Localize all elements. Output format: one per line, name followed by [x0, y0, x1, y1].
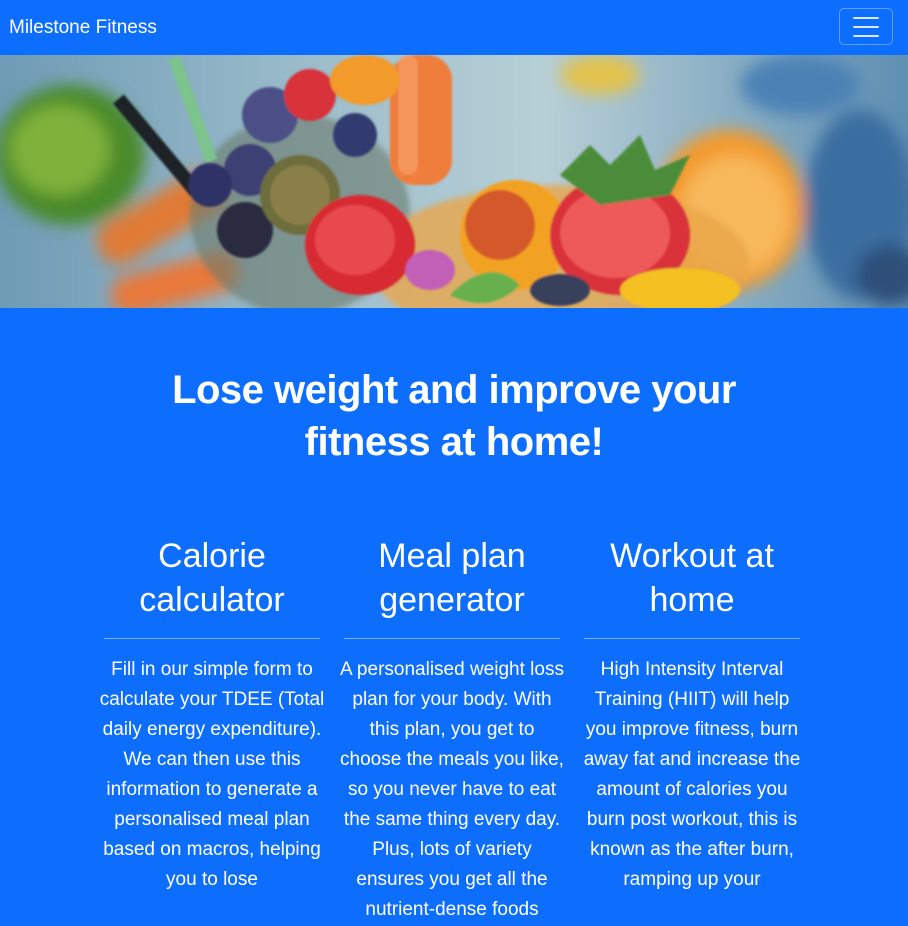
feature-calorie-calculator: Calorie calculator Fill in our simple fo…	[100, 534, 325, 895]
hamburger-menu-icon	[853, 16, 879, 37]
navbar-toggler-button[interactable]	[839, 8, 893, 45]
hero-image	[0, 55, 908, 308]
navbar-brand[interactable]: Milestone Fitness	[9, 15, 157, 41]
feature-description: Fill in our simple form to calculate you…	[99, 659, 325, 890]
feature-title: Workout at home	[584, 534, 800, 622]
feature-divider	[584, 638, 800, 639]
feature-description: High Intensity Interval Training (HIIT) …	[583, 659, 801, 890]
headline-line-2: fitness at home!	[304, 420, 604, 464]
hero-food-photo	[0, 55, 908, 308]
feature-title-line-2: home	[649, 581, 735, 619]
navbar: Milestone Fitness	[0, 0, 908, 55]
feature-meal-plan-generator: Meal plan generator A personalised weigh…	[340, 534, 564, 925]
feature-title-line-2: generator	[379, 581, 525, 619]
feature-title-line-1: Meal plan	[378, 537, 526, 575]
feature-title-line-1: Calorie	[158, 537, 266, 575]
feature-divider	[104, 638, 320, 639]
feature-workout-at-home: Workout at home High Intensity Interval …	[584, 534, 801, 895]
feature-title: Meal plan generator	[344, 534, 560, 622]
feature-title-line-2: calculator	[139, 581, 285, 619]
feature-title: Calorie calculator	[104, 534, 320, 622]
page-headline: Lose weight and improve your fitness at …	[0, 364, 908, 468]
feature-title-line-1: Workout at	[610, 537, 774, 575]
feature-description: A personalised weight loss plan for your…	[340, 659, 564, 920]
headline-line-1: Lose weight and improve your	[172, 368, 736, 412]
feature-divider	[344, 638, 560, 639]
